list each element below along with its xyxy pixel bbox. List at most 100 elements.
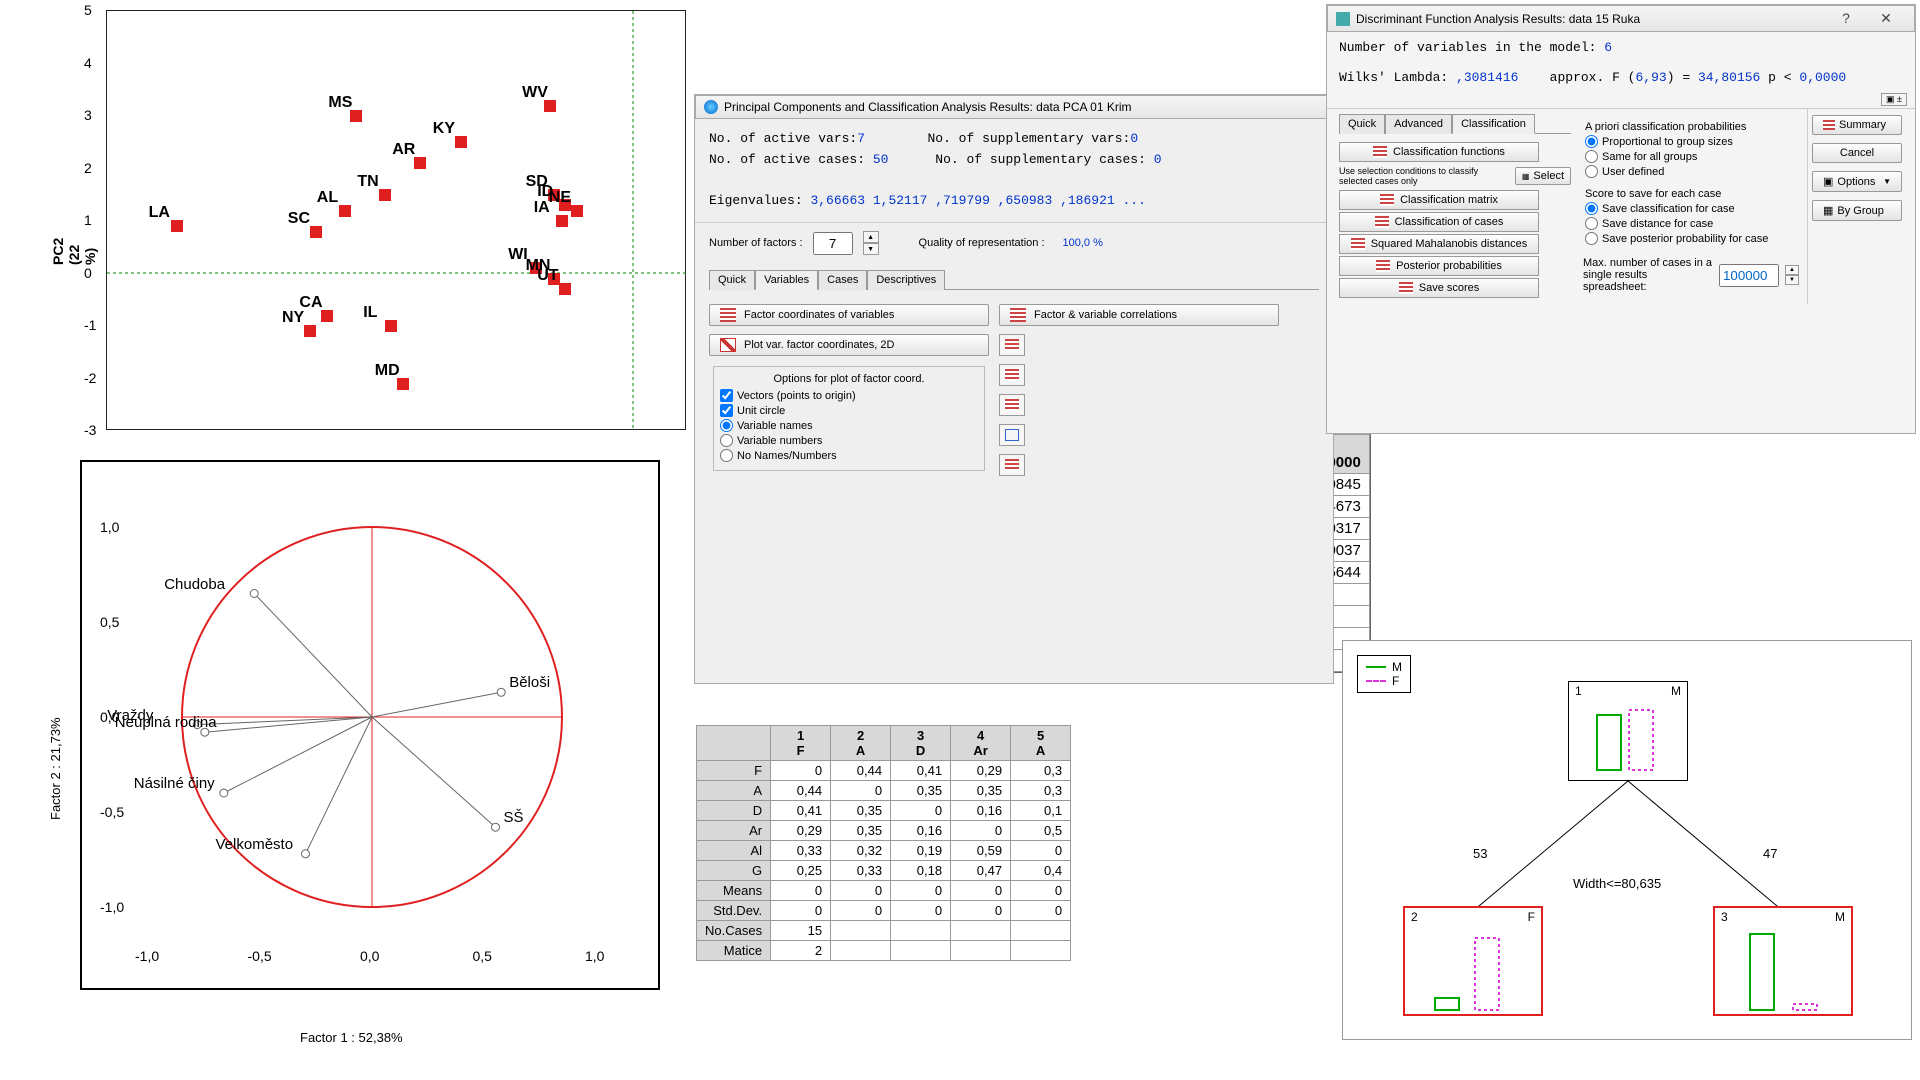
maxnum-input[interactable] <box>1719 264 1779 287</box>
dfa-tab-advanced[interactable]: Advanced <box>1385 114 1452 134</box>
pca-titlebar[interactable]: Principal Components and Classification … <box>695 95 1333 119</box>
classification-matrix-button[interactable]: Classification matrix <box>1339 190 1539 210</box>
proportional-radio-row[interactable]: Proportional to group sizes <box>1585 135 1797 148</box>
node2-cls: F <box>1528 910 1535 924</box>
by-group-label: By Group <box>1837 205 1883 217</box>
corr-cell: A <box>697 781 771 801</box>
user-radio[interactable] <box>1585 165 1598 178</box>
vectors-checkbox-row[interactable]: Vectors (points to origin) <box>720 389 978 402</box>
tab-variables[interactable]: Variables <box>755 270 818 290</box>
factor-coords-button[interactable]: Factor coordinates of variables <box>709 304 989 326</box>
tab-quick[interactable]: Quick <box>709 270 755 290</box>
help-button[interactable]: ? <box>1826 10 1866 27</box>
maxnum-lbl: Max. number of cases in a single results… <box>1583 257 1713 293</box>
close-button[interactable]: ✕ <box>1866 10 1906 27</box>
select-icon: ▦ <box>1522 172 1530 181</box>
options-button[interactable]: ▣Options▼ <box>1812 171 1902 192</box>
posterior-prob-button[interactable]: Posterior probabilities <box>1339 256 1539 276</box>
options-label: Options <box>1837 176 1875 188</box>
collapse-icon[interactable]: ▣ ± <box>1881 93 1907 106</box>
corr-cell: F <box>697 761 771 781</box>
mahalanobis-button[interactable]: Squared Mahalanobis distances <box>1339 234 1539 254</box>
numfactors-down[interactable]: ▼ <box>863 243 879 255</box>
varnames-radio[interactable] <box>720 419 733 432</box>
corr-header: 5A <box>1011 726 1071 761</box>
pca-active-cases: 50 <box>873 152 889 167</box>
dfa-wilks: ,3081416 <box>1456 70 1518 85</box>
maxnum-up[interactable]: ▲ <box>1785 265 1799 275</box>
side-btn-5[interactable] <box>999 454 1025 476</box>
dfa-dialog: Discriminant Function Analysis Results: … <box>1326 4 1916 434</box>
circle-xtick: -1,0 <box>135 948 159 964</box>
tab-descriptives[interactable]: Descriptives <box>867 270 945 290</box>
scatter-point <box>559 283 571 295</box>
circle-xtick: -0,5 <box>248 948 272 964</box>
summary-button[interactable]: Summary <box>1812 115 1902 135</box>
scatter-label: NE <box>549 189 571 207</box>
maxnum-down[interactable]: ▼ <box>1785 275 1799 285</box>
factor-var-corr-button[interactable]: Factor & variable correlations <box>999 304 1279 326</box>
grid-icon <box>1005 399 1019 411</box>
corr-cell: Std.Dev. <box>697 901 771 921</box>
app-icon <box>704 100 718 114</box>
vectors-checkbox[interactable] <box>720 389 733 402</box>
pca-active-vars: 7 <box>857 131 865 146</box>
scatter-label: IL <box>363 304 377 322</box>
savedist-radio[interactable] <box>1585 217 1598 230</box>
classification-cases-button[interactable]: Classification of cases <box>1339 212 1539 232</box>
corr-cell: G <box>697 861 771 881</box>
same-radio[interactable] <box>1585 150 1598 163</box>
varnums-radio-row[interactable]: Variable numbers <box>720 434 978 447</box>
grid-icon <box>1399 282 1413 294</box>
varnames-radio-row[interactable]: Variable names <box>720 419 978 432</box>
grid-icon <box>1380 194 1394 206</box>
dfa-f-df: 6,93 <box>1636 70 1667 85</box>
proportional-radio[interactable] <box>1585 135 1598 148</box>
tab-cases[interactable]: Cases <box>818 270 867 290</box>
cancel-button[interactable]: Cancel <box>1812 143 1902 163</box>
savecls-label: Save classification for case <box>1602 203 1735 215</box>
unit-circle-checkbox[interactable] <box>720 404 733 417</box>
side-btn-1[interactable] <box>999 334 1025 356</box>
corr-cell: 0 <box>951 881 1011 901</box>
same-radio-row[interactable]: Same for all groups <box>1585 150 1797 163</box>
nonames-radio-row[interactable]: No Names/Numbers <box>720 449 978 462</box>
save-scores-button[interactable]: Save scores <box>1339 278 1539 298</box>
grid-icon <box>1373 146 1387 158</box>
plot-factor-coords-button[interactable]: Plot var. factor coordinates, 2D <box>709 334 989 356</box>
pca-info: No. of active vars:7 No. of supplementar… <box>695 119 1333 222</box>
circle-ylabel: Factor 2 : 21,73% <box>48 717 63 820</box>
user-radio-row[interactable]: User defined <box>1585 165 1797 178</box>
circle-var-label: Běloši <box>509 674 550 691</box>
dfa-tab-quick[interactable]: Quick <box>1339 114 1385 134</box>
grid-icon <box>1005 339 1019 351</box>
numfactors-up[interactable]: ▲ <box>863 231 879 243</box>
by-group-button[interactable]: ▦By Group <box>1812 200 1902 221</box>
select-button[interactable]: ▦Select <box>1515 167 1571 185</box>
savecls-radio[interactable] <box>1585 202 1598 215</box>
savepost-radio[interactable] <box>1585 232 1598 245</box>
nonames-radio[interactable] <box>720 449 733 462</box>
savedist-label: Save distance for case <box>1602 218 1713 230</box>
dfa-titlebar[interactable]: Discriminant Function Analysis Results: … <box>1327 5 1915 32</box>
savecls-radio-row[interactable]: Save classification for case <box>1585 202 1797 215</box>
corr-cell: 0,59 <box>951 841 1011 861</box>
corr-header: 2A <box>831 726 891 761</box>
varnums-radio[interactable] <box>720 434 733 447</box>
unit-circle-checkbox-row[interactable]: Unit circle <box>720 404 978 417</box>
corr-cell <box>951 921 1011 941</box>
cf-label: Classification functions <box>1393 146 1505 158</box>
savedist-radio-row[interactable]: Save distance for case <box>1585 217 1797 230</box>
savepost-radio-row[interactable]: Save posterior probability for case <box>1585 232 1797 245</box>
side-btn-2[interactable] <box>999 364 1025 386</box>
corr-cell: 0 <box>831 881 891 901</box>
scatter-ytick: 1 <box>84 212 92 228</box>
numfactors-input[interactable] <box>813 232 853 255</box>
corr-cell: 0,16 <box>951 801 1011 821</box>
corr-cell: 0 <box>771 881 831 901</box>
classification-functions-button[interactable]: Classification functions <box>1339 142 1539 162</box>
side-btn-3[interactable] <box>999 394 1025 416</box>
dfa-tab-classification[interactable]: Classification <box>1452 114 1535 134</box>
node2-id: 2 <box>1411 910 1418 924</box>
side-btn-4[interactable] <box>999 424 1025 446</box>
